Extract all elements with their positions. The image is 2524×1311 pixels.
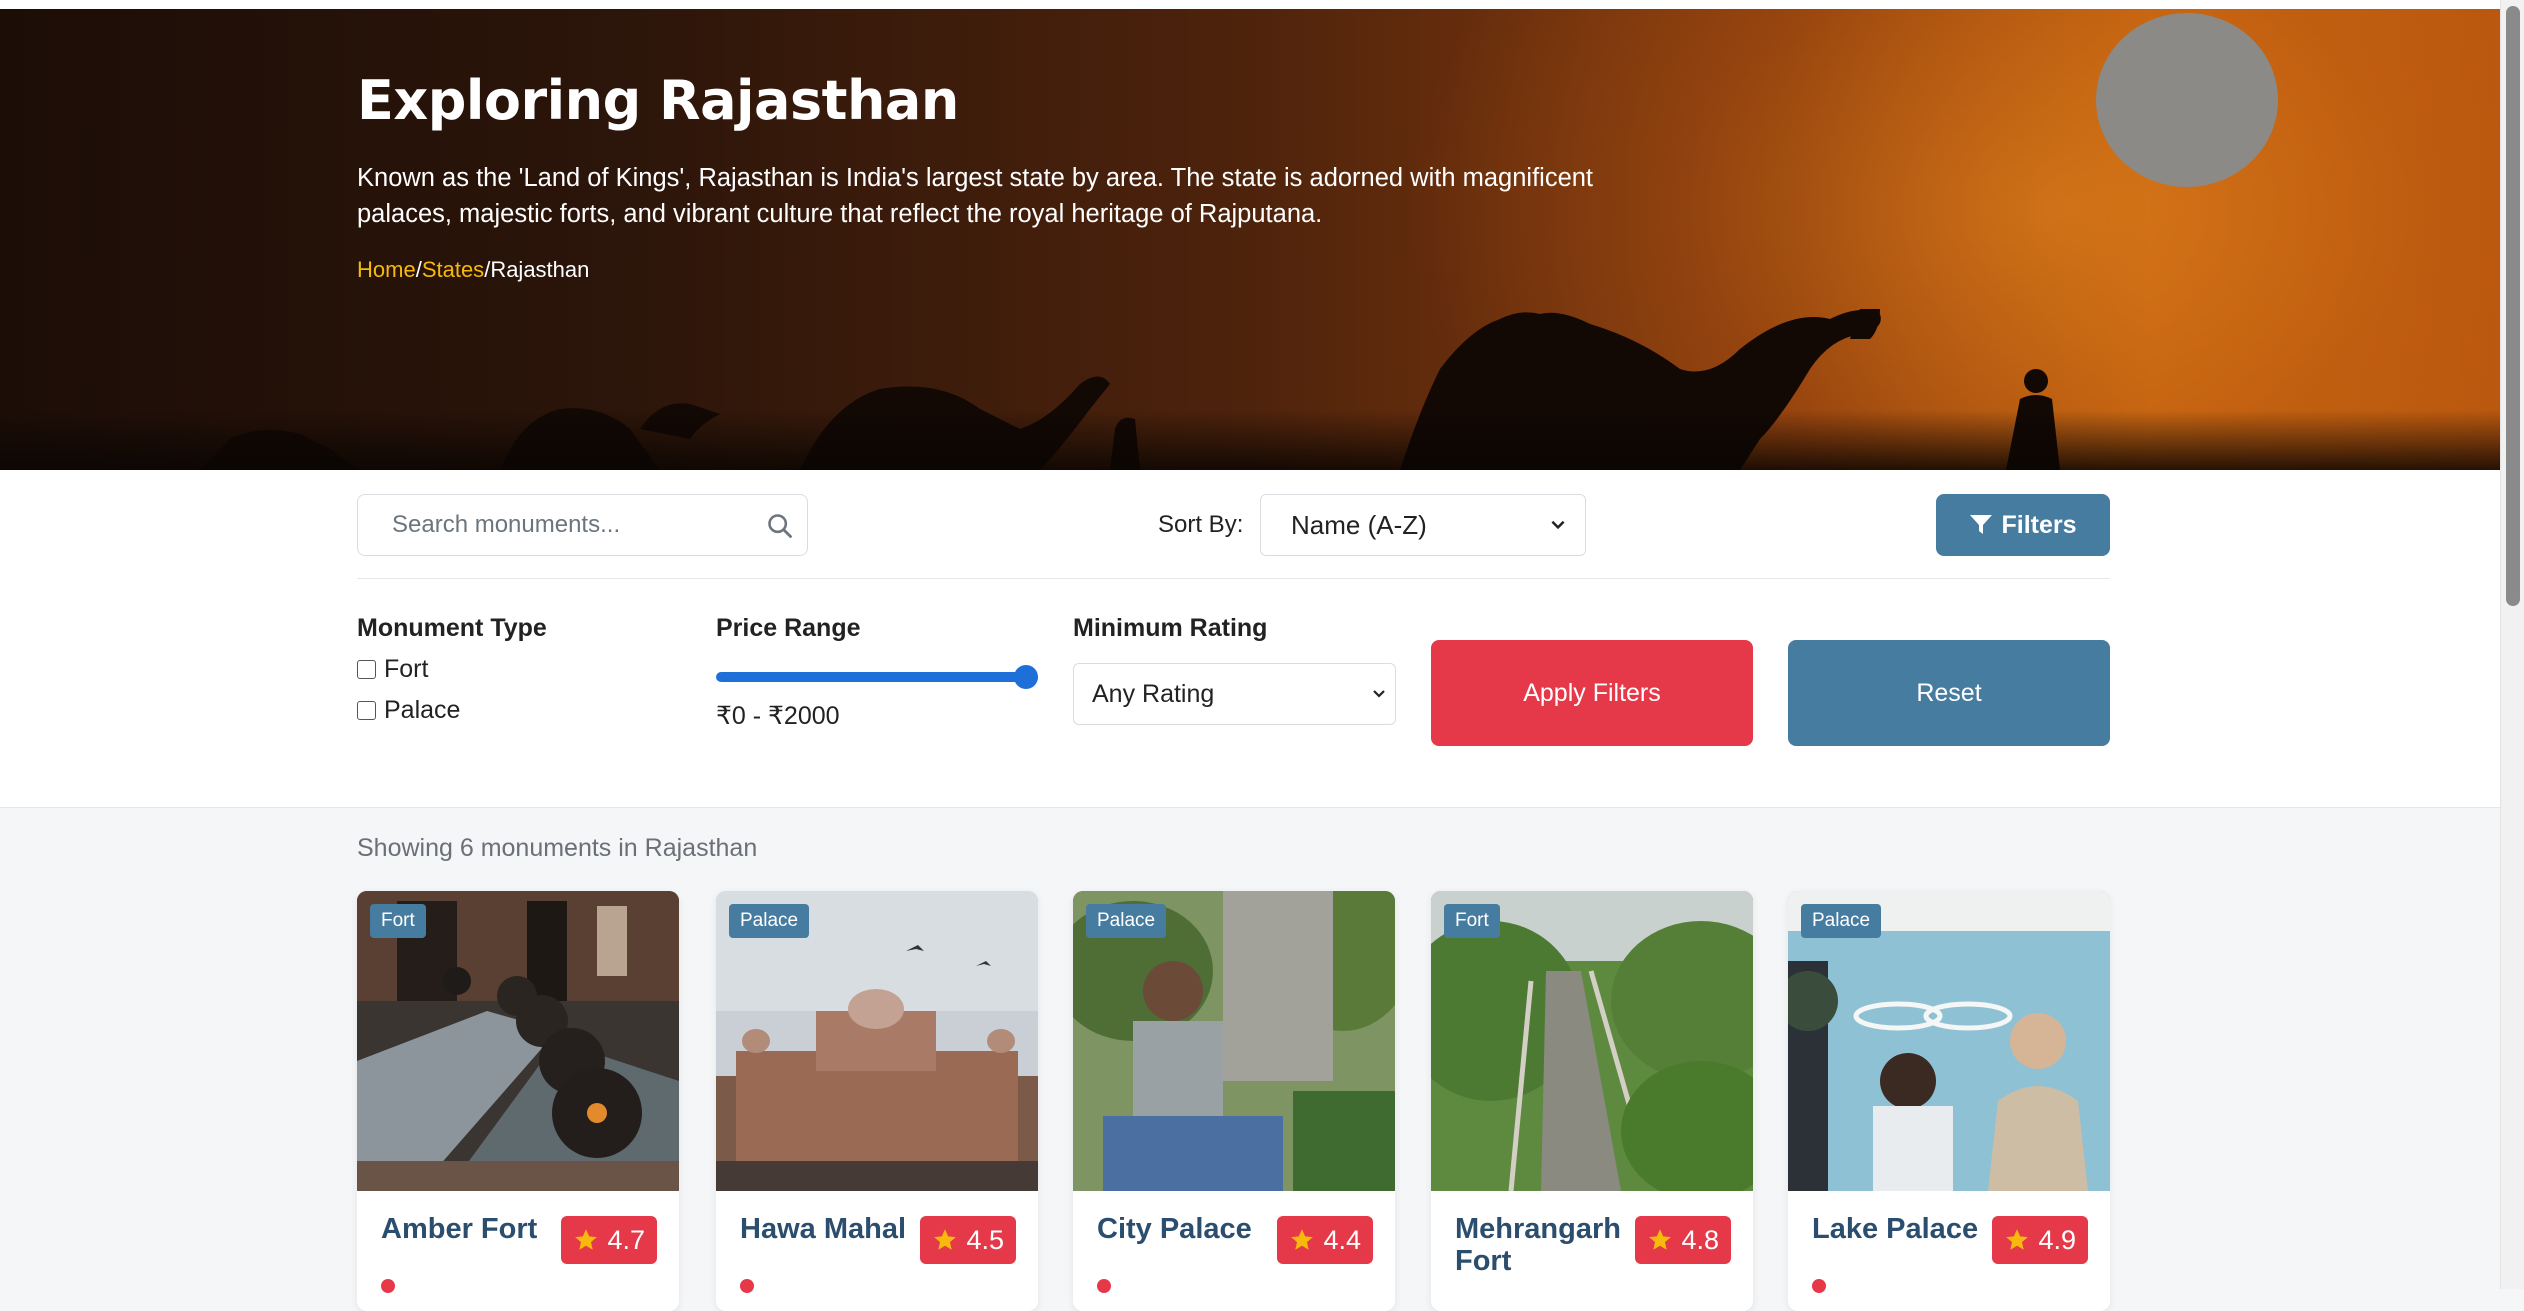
rating-value: 4.8	[1681, 1224, 1719, 1255]
rating-value: 4.4	[1323, 1224, 1361, 1255]
monument-image[interactable]: Fort	[357, 891, 679, 1191]
monument-name[interactable]: Lake Palace	[1812, 1213, 2002, 1245]
price-range-filter: Price Range ₹0 - ₹2000	[716, 614, 1038, 731]
monument-card[interactable]: Palace City Palace 4.4	[1073, 891, 1395, 1311]
page-scrollbar[interactable]	[2500, 0, 2524, 1289]
apply-filters-label: Apply Filters	[1523, 678, 1661, 707]
location-pin-icon	[381, 1279, 395, 1293]
rating-badge: 4.9	[1992, 1216, 2088, 1264]
location-pin-icon	[740, 1279, 754, 1293]
location-pin-icon	[1812, 1279, 1826, 1293]
rating-badge: 4.8	[1635, 1216, 1731, 1264]
rating-select-value: Any Rating	[1092, 680, 1215, 708]
hero-content: Exploring Rajasthan Known as the 'Land o…	[357, 69, 1657, 283]
sort-select[interactable]: Name (A-Z)	[1260, 494, 1586, 556]
minimum-rating-filter: Minimum Rating Any Rating	[1073, 614, 1396, 725]
monument-card[interactable]: Fort Amber Fort 4.7	[357, 891, 679, 1311]
breadcrumb-current: Rajasthan	[490, 257, 590, 282]
apply-filters-button[interactable]: Apply Filters	[1431, 640, 1753, 746]
rating-badge: 4.5	[920, 1216, 1016, 1264]
monument-type-filter: Monument Type Fort Palace	[357, 614, 547, 725]
monument-card[interactable]: Palace Lake Palace 4.9	[1788, 891, 2110, 1311]
search-input[interactable]	[392, 495, 752, 555]
sort-label: Sort By:	[1158, 511, 1244, 538]
star-icon	[575, 1229, 598, 1250]
star-icon	[1649, 1229, 1672, 1250]
chevron-down-icon	[1373, 690, 1385, 698]
chevron-down-icon	[1551, 520, 1565, 530]
breadcrumb-home[interactable]: Home	[357, 257, 416, 282]
monument-card[interactable]: Palace Hawa Mahal 4.5	[716, 891, 1038, 1311]
monument-image[interactable]: Palace	[1788, 891, 2110, 1191]
category-badge: Palace	[729, 904, 810, 938]
breadcrumb: Home/States/Rajasthan	[357, 257, 1657, 283]
price-range-value: ₹0 - ₹2000	[716, 702, 840, 730]
reset-button[interactable]: Reset	[1788, 640, 2110, 746]
type-option-palace[interactable]: Palace	[357, 696, 547, 725]
price-slider-handle[interactable]	[1014, 665, 1038, 689]
scrollbar-thumb[interactable]	[2506, 6, 2520, 606]
rating-select[interactable]: Any Rating	[1073, 663, 1396, 725]
search-box	[357, 494, 808, 556]
palace-label: Palace	[384, 696, 461, 724]
ground-shadow	[0, 410, 2500, 470]
category-badge: Palace	[1801, 904, 1882, 938]
rating-badge: 4.4	[1277, 1216, 1373, 1264]
monument-type-title: Monument Type	[357, 614, 547, 642]
rating-value: 4.9	[2038, 1224, 2076, 1255]
filters-button[interactable]: Filters	[1936, 494, 2110, 556]
category-badge: Fort	[370, 904, 426, 938]
rating-badge: 4.7	[561, 1216, 657, 1264]
rating-value: 4.7	[607, 1224, 645, 1255]
filters-button-label: Filters	[2001, 510, 2077, 539]
price-slider-track	[716, 672, 1038, 682]
breadcrumb-states[interactable]: States	[422, 257, 484, 282]
results-count: Showing 6 monuments in Rajasthan	[357, 834, 758, 862]
monument-image[interactable]: Fort	[1431, 891, 1753, 1191]
star-icon	[1291, 1229, 1314, 1250]
divider	[357, 578, 2110, 579]
palace-checkbox[interactable]	[357, 701, 376, 720]
filter-panel: Sort By: Name (A-Z) Filters Monument Typ…	[0, 470, 2500, 808]
top-border	[0, 0, 2500, 9]
category-badge: Fort	[1444, 904, 1500, 938]
minimum-rating-title: Minimum Rating	[1073, 614, 1268, 642]
rating-value: 4.5	[966, 1224, 1004, 1255]
search-icon[interactable]	[766, 512, 794, 540]
sort-select-value: Name (A-Z)	[1291, 510, 1427, 540]
fort-checkbox[interactable]	[357, 660, 376, 679]
star-icon	[934, 1229, 957, 1250]
fort-label: Fort	[384, 655, 429, 683]
monument-name[interactable]: Hawa Mahal	[740, 1213, 930, 1245]
type-option-fort[interactable]: Fort	[357, 655, 547, 684]
price-range-title: Price Range	[716, 614, 861, 642]
page-title: Exploring Rajasthan	[357, 69, 959, 132]
price-slider[interactable]	[716, 663, 1038, 691]
funnel-icon	[1970, 515, 1993, 534]
monument-card[interactable]: Fort Mehrangarh Fort 4.8	[1431, 891, 1753, 1311]
star-icon	[2006, 1229, 2029, 1250]
monument-image[interactable]: Palace	[716, 891, 1038, 1191]
monument-name[interactable]: Amber Fort	[381, 1213, 571, 1245]
monument-name[interactable]: Mehrangarh Fort	[1455, 1213, 1645, 1277]
category-badge: Palace	[1086, 904, 1167, 938]
reset-label: Reset	[1916, 678, 1982, 707]
hero-banner: Exploring Rajasthan Known as the 'Land o…	[0, 9, 2500, 470]
hero-description: Known as the 'Land of Kings', Rajasthan …	[357, 164, 1594, 228]
monument-image[interactable]: Palace	[1073, 891, 1395, 1191]
monument-name[interactable]: City Palace	[1097, 1213, 1287, 1245]
location-pin-icon	[1097, 1279, 1111, 1293]
